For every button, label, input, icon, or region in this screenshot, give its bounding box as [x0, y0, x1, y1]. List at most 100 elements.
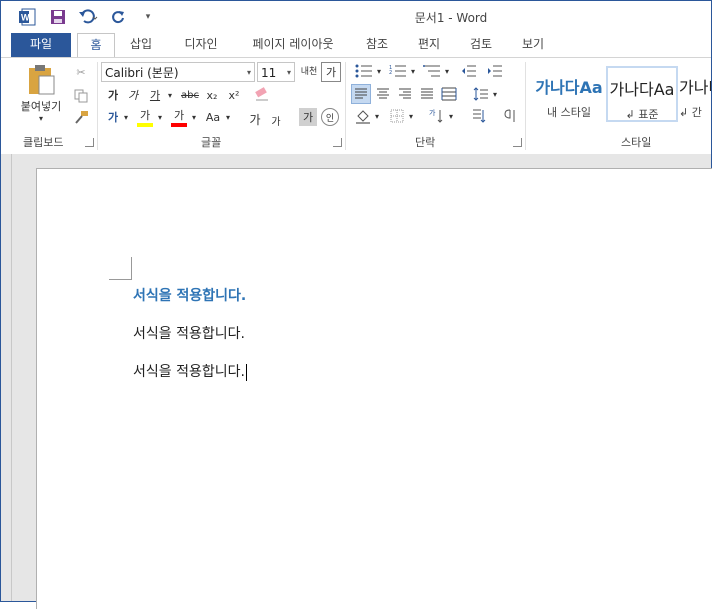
svg-text:2: 2: [389, 70, 392, 76]
style-sample: 가나다Aa: [535, 78, 603, 97]
shrink-font-button[interactable]: 가: [269, 112, 283, 128]
chevron-down-icon[interactable]: ▾: [121, 108, 131, 126]
document-page[interactable]: 서식을 적용합니다. 서식을 적용합니다. 서식을 적용합니다.: [36, 168, 712, 609]
superscript-button[interactable]: x²: [225, 86, 243, 104]
tab-review[interactable]: 검토: [461, 33, 501, 57]
clear-formatting-icon[interactable]: [253, 84, 271, 104]
tab-page-layout[interactable]: 페이지 레이아웃: [241, 33, 345, 57]
align-right-icon[interactable]: [395, 84, 415, 104]
left-edge-line: [11, 154, 12, 601]
ribbon-home: 붙여넣기 ▾ ✂ 클립보드 Calibri (본문) ▾ 11 ▾ 내천 가 가 가…: [1, 57, 711, 155]
style-item-no-spacing[interactable]: 가나다 ↲ 간격: [679, 66, 711, 122]
chevron-down-icon[interactable]: ▾: [155, 108, 165, 126]
shading-icon[interactable]: [353, 106, 373, 126]
style-name: ↲ 간격: [679, 106, 702, 119]
paste-label: 붙여넣기: [20, 99, 62, 113]
style-item-my-style[interactable]: 가나다Aa 내 스타일: [533, 66, 605, 122]
decrease-indent-icon[interactable]: [459, 62, 479, 80]
title-bar: W ▾ 문서1 - Word: [1, 1, 711, 33]
align-center-icon[interactable]: [373, 84, 393, 104]
font-color-button[interactable]: 가: [169, 106, 189, 128]
font-color-glyph: 가: [173, 109, 185, 122]
phonetic-guide-button[interactable]: 내천: [299, 62, 319, 82]
underline-button[interactable]: 가: [147, 86, 163, 104]
document-area: 서식을 적용합니다. 서식을 적용합니다. 서식을 적용합니다.: [1, 154, 712, 609]
chevron-down-icon[interactable]: ▾: [375, 62, 383, 80]
document-paragraph[interactable]: 서식을 적용합니다.: [133, 323, 245, 343]
multilevel-list-icon[interactable]: [421, 62, 443, 80]
chevron-down-icon[interactable]: ▾: [443, 62, 451, 80]
tab-view[interactable]: 보기: [513, 33, 553, 57]
tab-insert[interactable]: 삽입: [121, 33, 161, 57]
style-item-normal[interactable]: 가나다Aa ↲ 표준: [606, 66, 678, 122]
chevron-down-icon[interactable]: ▾: [491, 84, 499, 104]
font-name-value: Calibri (본문): [105, 66, 179, 80]
tab-mailings[interactable]: 편지: [409, 33, 449, 57]
chevron-down-icon: ▾: [286, 68, 291, 77]
subscript-button[interactable]: x₂: [203, 86, 221, 104]
style-sample: 가나다: [679, 78, 711, 97]
document-paragraph-with-caret[interactable]: 서식을 적용합니다.: [133, 361, 247, 381]
highlight-button[interactable]: 가: [135, 106, 155, 128]
tab-file[interactable]: 파일: [11, 33, 71, 57]
style-name: 내 스타일: [547, 106, 591, 119]
tab-references[interactable]: 참조: [357, 33, 397, 57]
enclose-char-button[interactable]: 인: [321, 108, 339, 126]
chevron-down-icon[interactable]: ▾: [409, 62, 417, 80]
line-spacing-icon[interactable]: [471, 84, 491, 104]
tab-home[interactable]: 홈: [77, 33, 115, 58]
paragraph-group-label: 단락: [415, 136, 436, 149]
chevron-down-icon[interactable]: ▾: [373, 106, 381, 126]
highlight-glyph: 가: [139, 109, 151, 122]
paste-button[interactable]: 붙여넣기 ▾: [17, 62, 65, 124]
clipboard-group-label: 클립보드: [23, 136, 64, 149]
sort-icon[interactable]: 가: [427, 106, 447, 126]
clipboard-launcher-icon[interactable]: [85, 138, 94, 147]
group-divider: [345, 62, 346, 150]
chevron-down-icon[interactable]: ▾: [223, 108, 233, 126]
word-window: W ▾ 문서1 - Word 파일 홈 삽입 디자인 페이지 레이아웃 참조 편…: [0, 0, 712, 609]
font-size-combo[interactable]: 11 ▾: [257, 62, 295, 82]
highlight-color-swatch: [137, 123, 153, 127]
text-cursor: [245, 363, 247, 381]
tab-design[interactable]: 디자인: [173, 33, 229, 57]
bullets-icon[interactable]: [353, 62, 375, 80]
cut-icon[interactable]: ✂: [71, 62, 91, 82]
change-case-button[interactable]: Aa: [203, 108, 223, 126]
grow-font-button[interactable]: 가: [247, 110, 263, 128]
italic-button[interactable]: 가: [125, 86, 141, 104]
font-name-combo[interactable]: Calibri (본문) ▾: [101, 62, 255, 82]
char-shading-button[interactable]: 가: [299, 108, 317, 126]
borders-icon[interactable]: [387, 106, 407, 126]
font-color-swatch: [171, 123, 187, 127]
increase-indent-icon[interactable]: [485, 62, 505, 80]
chevron-down-icon[interactable]: ▾: [447, 106, 455, 126]
font-launcher-icon[interactable]: [333, 138, 342, 147]
document-paragraph-heading[interactable]: 서식을 적용합니다.: [133, 285, 246, 305]
copy-icon[interactable]: [71, 86, 91, 106]
font-group-label: 글꼴: [201, 136, 222, 149]
window-title: 문서1 - Word: [414, 11, 488, 25]
align-justify-distributed-icon[interactable]: [351, 84, 371, 104]
text-effects-button[interactable]: 가: [105, 108, 121, 126]
group-divider: [97, 62, 98, 150]
paragraph-launcher-icon[interactable]: [513, 138, 522, 147]
distributed-icon[interactable]: [439, 84, 459, 104]
numbering-icon[interactable]: 12: [387, 62, 409, 80]
paragraph-text: 서식을 적용합니다.: [133, 364, 245, 380]
justify-icon[interactable]: [417, 84, 437, 104]
svg-text:가: 가: [429, 108, 436, 117]
style-sample: 가나다Aa: [609, 80, 675, 99]
chevron-down-icon[interactable]: ▾: [407, 106, 415, 126]
asian-layout-icon[interactable]: [469, 106, 489, 126]
styles-group-label: 스타일: [621, 136, 652, 149]
show-hide-marks-icon[interactable]: [499, 106, 519, 126]
chevron-down-icon: ▾: [246, 68, 251, 77]
strikethrough-button[interactable]: abc: [179, 86, 201, 104]
chevron-down-icon[interactable]: ▾: [165, 86, 175, 104]
format-painter-icon[interactable]: [71, 108, 91, 128]
chevron-down-icon[interactable]: ▾: [189, 108, 199, 126]
style-name: ↲ 표준: [625, 108, 659, 121]
char-border-button[interactable]: 가: [321, 62, 341, 82]
bold-button[interactable]: 가: [105, 86, 121, 104]
